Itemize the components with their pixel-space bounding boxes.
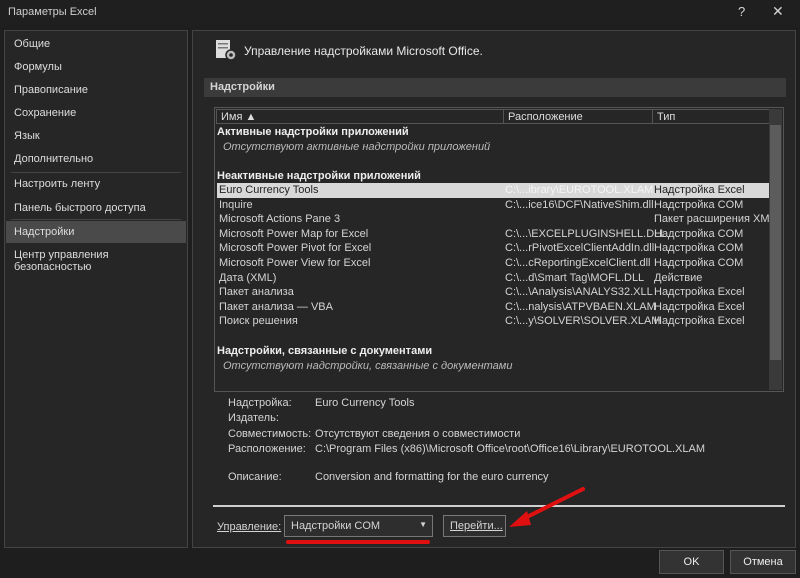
- detail-value: Conversion and formatting for the euro c…: [315, 471, 549, 483]
- group-active: Активные надстройки приложений: [217, 125, 769, 140]
- addin-type: Надстройка Excel: [654, 286, 745, 299]
- addin-row[interactable]: Пакет анализа C:\...\Analysis\ANALYS32.XL…: [217, 285, 769, 300]
- addin-type: Пакет расширения XML: [654, 213, 776, 226]
- sidebar-divider: [11, 219, 181, 220]
- column-header-location[interactable]: Расположение: [503, 109, 653, 124]
- scrollbar-thumb[interactable]: [770, 125, 781, 360]
- addins-list[interactable]: Имя ▲ Расположение Тип Активные надстрой…: [214, 107, 784, 392]
- addin-location: C:\...\Analysis\ANALYS32.XLL: [505, 286, 653, 299]
- sidebar: Общие Формулы Правописание Сохранение Яз…: [4, 30, 188, 548]
- sidebar-item-advanced[interactable]: Дополнительно: [6, 148, 186, 170]
- group-title: Активные надстройки приложений: [217, 126, 409, 138]
- addin-row[interactable]: Inquire C:\...ice16\DCF\NativeShim.dll Над…: [217, 198, 769, 213]
- addin-row[interactable]: Microsoft Actions Pane 3 Пакет расширения…: [217, 212, 776, 227]
- scrollbar[interactable]: [769, 109, 782, 390]
- addin-row[interactable]: Дата (XML) C:\...d\Smart Tag\MOFL.DLL Дейс…: [217, 271, 769, 286]
- addin-name: Пакет анализа — VBA: [219, 300, 333, 313]
- addin-row[interactable]: Microsoft Power Map for Excel C:\...\EXCE…: [217, 227, 769, 242]
- addin-type: Надстройка Excel: [654, 315, 745, 328]
- addin-name: Microsoft Actions Pane 3: [219, 213, 341, 226]
- addin-location: C:\...ice16\DCF\NativeShim.dll: [505, 198, 654, 211]
- page-header: Управление надстройками Microsoft Office…: [244, 44, 483, 58]
- addin-location: C:\...y\SOLVER\SOLVER.XLAM: [505, 315, 661, 328]
- sidebar-item-trust-center[interactable]: Центр управления безопасностью: [6, 244, 186, 273]
- section-title: Надстройки: [204, 78, 786, 97]
- sidebar-item-customize-ribbon[interactable]: Настроить ленту: [6, 173, 186, 195]
- addin-type: Надстройка COM: [654, 242, 744, 255]
- addin-type: Действие: [654, 271, 703, 284]
- addin-location: C:\...rPivotExcelClientAddIn.dll: [505, 242, 655, 255]
- addin-name: Inquire: [219, 198, 253, 211]
- addin-name: Microsoft Power View for Excel: [219, 257, 371, 269]
- addin-row[interactable]: Microsoft Power Pivot for Excel C:\...rPi…: [217, 241, 769, 256]
- group-title: Неактивные надстройки приложений: [217, 170, 421, 182]
- addin-name: Microsoft Power Map for Excel: [219, 227, 369, 240]
- divider: [213, 505, 785, 507]
- addin-type: Надстройка Excel: [654, 300, 745, 313]
- annotation-underline: [286, 540, 430, 544]
- column-header-name[interactable]: Имя ▲: [216, 109, 504, 124]
- close-button[interactable]: ✕: [772, 3, 784, 20]
- group-inactive: Неактивные надстройки приложений: [217, 169, 769, 184]
- group-document: Надстройки, связанные с документами: [217, 344, 769, 359]
- column-header-type[interactable]: Тип: [652, 109, 770, 124]
- cancel-button[interactable]: Отмена: [730, 550, 796, 574]
- group-title: Надстройки, связанные с документами: [217, 345, 433, 357]
- addin-location: C:\...\EXCELPLUGINSHELL.DLL: [505, 227, 667, 240]
- ok-button[interactable]: OK: [659, 550, 724, 574]
- detail-value: C:\Program Files (x86)\Microsoft Office\…: [315, 443, 706, 455]
- window-title: Параметры Excel: [8, 6, 97, 18]
- detail-label: Расположение:: [228, 443, 306, 455]
- addin-row[interactable]: Euro Currency Tools C:\...ibrary\EUROTOOL…: [217, 183, 769, 198]
- go-button-label: Перейти...: [450, 520, 503, 532]
- empty-text: Отсутствуют надстройки, связанные с доку…: [223, 360, 513, 372]
- group-empty: Отсутствуют надстройки, связанные с доку…: [217, 359, 769, 374]
- annotation-arrow-icon: [509, 487, 585, 527]
- detail-value: Euro Currency Tools: [315, 397, 415, 409]
- addin-type: Надстройка COM: [654, 257, 744, 269]
- addin-type: Надстройка Excel: [654, 184, 745, 196]
- addins-gear-icon: [216, 40, 237, 61]
- sidebar-item-quick-access[interactable]: Панель быстрого доступа: [6, 197, 186, 219]
- empty-text: Отсутствуют активные надстройки приложен…: [223, 141, 491, 153]
- addin-row[interactable]: Пакет анализа — VBA C:\...nalysis\ATPVBAE…: [217, 300, 769, 315]
- dropdown-arrow-icon: ▼: [419, 520, 427, 529]
- sidebar-item-addins[interactable]: Надстройки: [6, 221, 186, 243]
- sidebar-item-save[interactable]: Сохранение: [6, 102, 186, 124]
- detail-label: Совместимость:: [228, 428, 312, 440]
- addin-name: Euro Currency Tools: [219, 184, 319, 196]
- addin-location: C:\...ibrary\EUROTOOL.XLAM: [505, 184, 654, 196]
- addin-location: C:\...nalysis\ATPVBAEN.XLAM: [505, 300, 656, 313]
- sidebar-item-general[interactable]: Общие: [6, 33, 186, 55]
- addin-name: Поиск решения: [219, 315, 298, 328]
- go-button[interactable]: Перейти...: [443, 515, 506, 537]
- addin-name: Пакет анализа: [219, 286, 294, 299]
- addin-location: C:\...d\Smart Tag\MOFL.DLL: [505, 271, 645, 284]
- detail-value: Отсутствуют сведения о совместимости: [315, 428, 521, 440]
- title-bar: [0, 0, 800, 26]
- manage-select[interactable]: Надстройки COM ▼: [284, 515, 433, 537]
- manage-label: Управление:: [217, 521, 282, 533]
- addin-row[interactable]: Microsoft Power View for Excel C:\...cRep…: [217, 256, 769, 271]
- addin-name: Дата (XML): [219, 271, 277, 284]
- sidebar-item-formulas[interactable]: Формулы: [6, 56, 186, 78]
- manage-select-value: Надстройки COM: [291, 520, 381, 532]
- addin-row[interactable]: Поиск решения C:\...y\SOLVER\SOLVER.XLAM Н…: [217, 314, 769, 329]
- sidebar-item-proofing[interactable]: Правописание: [6, 79, 186, 101]
- addin-type: Надстройка COM: [654, 227, 744, 240]
- addin-type: Надстройка COM: [654, 198, 744, 211]
- addin-location: C:\...cReportingExcelClient.dll: [505, 257, 651, 269]
- help-button[interactable]: ?: [738, 4, 745, 19]
- addin-name: Microsoft Power Pivot for Excel: [219, 242, 372, 255]
- group-empty: Отсутствуют активные надстройки приложен…: [217, 140, 769, 155]
- detail-label: Надстройка:: [228, 397, 292, 409]
- detail-label: Описание:: [228, 471, 282, 483]
- sidebar-item-language[interactable]: Язык: [6, 125, 186, 147]
- detail-label: Издатель:: [228, 412, 279, 424]
